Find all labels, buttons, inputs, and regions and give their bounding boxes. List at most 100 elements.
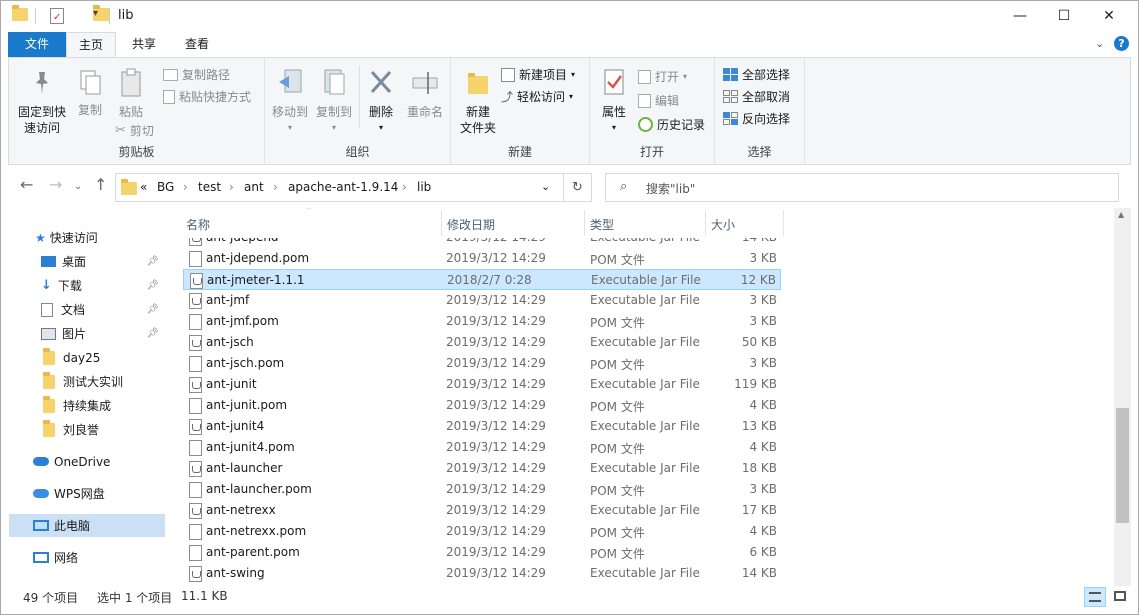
help-icon[interactable]: ?: [1114, 36, 1129, 51]
column-separator[interactable]: [441, 210, 442, 236]
address-bar[interactable]: « BG › test › ant › apache-ant-1.9.14 › …: [115, 173, 564, 202]
table-row[interactable]: ant-jmeter-1.1.1 2018/2/7 0:28 Executable …: [183, 269, 781, 290]
nav-item-day25[interactable]: day25: [9, 346, 165, 369]
forward-button[interactable]: →: [49, 175, 62, 194]
table-row[interactable]: ant-jdepend.pom 2019/3/12 14:29 POM 文件 3 KB: [183, 248, 781, 269]
maximize-button[interactable]: ☐: [1041, 1, 1087, 32]
breadcrumb-overflow[interactable]: «: [140, 180, 147, 194]
properties-button[interactable]: 属性 ▾: [596, 68, 632, 136]
nav-item-desktop[interactable]: 桌面 📌︎: [9, 250, 165, 273]
column-separator[interactable]: [783, 210, 784, 236]
move-to-button[interactable]: 移动到 ▾: [269, 68, 311, 136]
large-icons-view-button[interactable]: [1109, 587, 1131, 607]
rename-button[interactable]: 重命名: [403, 68, 447, 120]
tab-home[interactable]: 主页: [66, 32, 116, 58]
tab-file[interactable]: 文件: [8, 32, 66, 57]
paste-shortcut-button[interactable]: 粘贴快捷方式: [163, 88, 251, 105]
table-row[interactable]: ant-junit 2019/3/12 14:29 Executable Jar F…: [183, 374, 781, 395]
tab-share[interactable]: 共享: [119, 32, 169, 57]
minimize-button[interactable]: —: [997, 1, 1043, 32]
nav-item-quick-access[interactable]: ★ 快速访问: [9, 226, 165, 249]
file-icon: [189, 482, 202, 498]
nav-item-onedrive[interactable]: OneDrive: [9, 450, 165, 473]
nav-item-folder-3[interactable]: 持续集成: [9, 394, 165, 417]
history-button[interactable]: 历史记录: [638, 116, 705, 133]
delete-button[interactable]: 删除 ▾: [365, 68, 397, 136]
table-row[interactable]: ant-junit4.pom 2019/3/12 14:29 POM 文件 4 KB: [183, 437, 781, 458]
copy-button[interactable]: 复制: [69, 70, 111, 118]
edit-button[interactable]: 编辑: [638, 92, 679, 109]
column-separator[interactable]: [705, 210, 706, 236]
nav-item-folder-4[interactable]: 刘良誉: [9, 418, 165, 441]
file-type: Executable Jar File: [590, 293, 700, 307]
scissors-icon: ✂: [115, 123, 126, 138]
invert-selection-button[interactable]: 反向选择: [723, 110, 790, 127]
pin-icon[interactable]: 📌︎: [146, 304, 159, 315]
chevron-down-icon[interactable]: ⌄: [1095, 37, 1104, 50]
table-row[interactable]: ant-jmf 2019/3/12 14:29 Executable Jar Fil…: [183, 290, 781, 311]
select-all-button[interactable]: 全部选择: [723, 66, 790, 83]
new-item-button[interactable]: 新建项目 ▾: [501, 66, 575, 83]
table-row[interactable]: ant-parent.pom 2019/3/12 14:29 POM 文件 6 KB: [183, 542, 781, 563]
table-row[interactable]: ant-launcher.pom 2019/3/12 14:29 POM 文件 3 K…: [183, 479, 781, 500]
cut-button[interactable]: ✂ 剪切: [115, 122, 154, 139]
scrollbar-thumb[interactable]: [1116, 408, 1129, 523]
recent-locations-chevron-icon[interactable]: ⌄: [74, 181, 82, 192]
easy-access-button[interactable]: ⤴ 轻松访问 ▾: [501, 88, 573, 105]
nav-item-folder-2[interactable]: 测试大实训: [9, 370, 165, 393]
copy-label: 复制: [77, 103, 102, 117]
table-row[interactable]: ant-jsch.pom 2019/3/12 14:29 POM 文件 3 KB: [183, 353, 781, 374]
new-folder-button[interactable]: 新建 文件夹: [455, 68, 501, 136]
address-dropdown-chevron-icon[interactable]: ⌄: [541, 180, 550, 193]
copy-to-button[interactable]: 复制到 ▾: [313, 68, 355, 136]
pin-icon[interactable]: 📌︎: [146, 256, 159, 267]
open-button[interactable]: 打开 ▾: [638, 68, 687, 85]
tab-view[interactable]: 查看: [172, 32, 222, 57]
nav-item-pictures[interactable]: 图片 📌︎: [9, 322, 165, 345]
table-row[interactable]: ant-junit.pom 2019/3/12 14:29 POM 文件 4 KB: [183, 395, 781, 416]
column-separator[interactable]: [584, 210, 585, 236]
scroll-up-icon[interactable]: ▲: [1118, 210, 1124, 219]
table-row[interactable]: ant-jmf.pom 2019/3/12 14:29 POM 文件 3 KB: [183, 311, 781, 332]
column-date[interactable]: 修改日期: [447, 216, 495, 233]
table-row[interactable]: ant-netrexx.pom 2019/3/12 14:29 POM 文件 4 KB: [183, 521, 781, 542]
vertical-scrollbar[interactable]: ▲: [1114, 208, 1131, 586]
nav-item-documents[interactable]: 文档 📌︎: [9, 298, 165, 321]
table-row[interactable]: ant-launcher 2019/3/12 14:29 Executable Ja…: [183, 458, 781, 479]
pin-icon[interactable]: 📌︎: [146, 328, 159, 339]
nav-item-wps[interactable]: WPS网盘: [9, 482, 165, 505]
pin-icon[interactable]: 📌︎: [146, 280, 159, 291]
column-name[interactable]: 名称: [186, 216, 210, 233]
nav-label: 桌面: [62, 255, 87, 269]
properties-quick-icon[interactable]: ✓: [50, 8, 64, 24]
table-row[interactable]: ant-junit4 2019/3/12 14:29 Executable Jar …: [183, 416, 781, 437]
nav-item-this-pc[interactable]: 此电脑: [9, 514, 165, 537]
pin-quick-access-button[interactable]: 固定到快 速访问: [13, 70, 71, 136]
table-row[interactable]: ant-netrexx 2019/3/12 14:29 Executable Jar…: [183, 500, 781, 521]
select-none-button[interactable]: 全部取消: [723, 88, 790, 105]
breadcrumb-ant[interactable]: ant: [244, 180, 264, 194]
item-count: 49 个项目: [23, 591, 79, 605]
chevron-right-icon: ›: [183, 180, 188, 194]
table-row[interactable]: ant-swing 2019/3/12 14:29 Executable Jar F…: [183, 563, 781, 584]
new-item-label: 新建项目: [519, 68, 568, 82]
details-view-button[interactable]: [1084, 587, 1106, 607]
nav-item-downloads[interactable]: ↓ 下载 📌︎: [9, 274, 165, 297]
table-row[interactable]: ant-jsch 2019/3/12 14:29 Executable Jar Fi…: [183, 332, 781, 353]
back-button[interactable]: ←: [20, 175, 33, 194]
column-type[interactable]: 类型: [590, 216, 614, 233]
up-button[interactable]: ↑: [94, 175, 107, 194]
cloud-icon: [33, 489, 49, 498]
breadcrumb-test[interactable]: test: [198, 180, 221, 194]
column-size[interactable]: 大小: [711, 216, 735, 233]
refresh-button[interactable]: ↻: [564, 173, 592, 202]
customize-quick-access-icon[interactable]: ▾: [93, 8, 98, 19]
close-button[interactable]: ✕: [1086, 1, 1132, 32]
paste-button[interactable]: 粘贴: [111, 68, 151, 120]
breadcrumb-bg[interactable]: BG: [157, 180, 174, 194]
breadcrumb-apache-ant[interactable]: apache-ant-1.9.14: [288, 180, 398, 194]
copy-path-button[interactable]: 复制路径: [163, 66, 230, 83]
search-input[interactable]: ⌕ 搜索"lib": [605, 173, 1119, 202]
nav-item-network[interactable]: 网络: [9, 546, 165, 569]
breadcrumb-lib[interactable]: lib: [417, 180, 431, 194]
